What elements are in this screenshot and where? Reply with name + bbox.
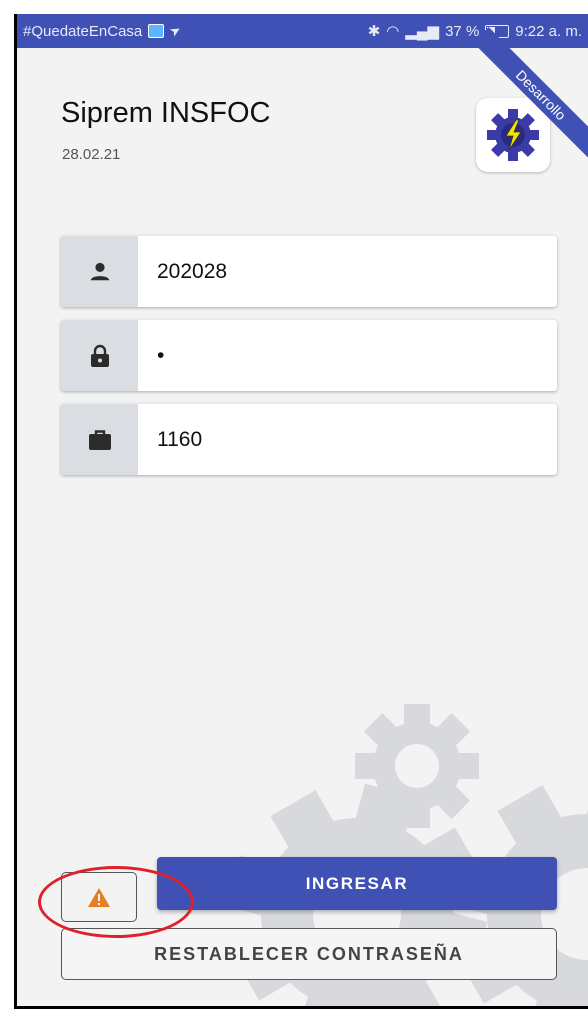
user-field-icon-box [61,236,138,307]
bluetooth-icon: ✱ [367,23,381,40]
phone-frame: #QuedateEnCasa ➤ ✱ ◠ ▂▄▆ 37 % 9:22 a. m.… [14,14,588,1009]
reset-password-button[interactable]: RESTABLECER CONTRASEÑA [61,928,557,980]
user-input[interactable]: 202028 [138,260,227,284]
password-field-icon-box [61,320,138,391]
status-hashtag-text: #QuedateEnCasa [23,22,143,40]
page-title: Siprem INSFOC [61,97,271,129]
status-time: 9:22 a. m. [515,22,582,40]
company-input[interactable]: 1160 [138,428,202,452]
warning-icon [88,887,110,907]
password-field[interactable]: • [61,320,557,391]
version-date: 28.02.21 [62,146,121,163]
app-screen: #QuedateEnCasa ➤ ✱ ◠ ▂▄▆ 37 % 9:22 a. m.… [17,14,588,1006]
briefcase-icon [88,429,111,450]
login-button[interactable]: INGRESAR [157,857,557,910]
person-icon [90,262,109,280]
company-field-icon-box [61,404,138,475]
battery-percent: 37 % [445,22,480,40]
telegram-icon: ➤ [166,21,184,40]
lock-icon [90,344,109,367]
company-field[interactable]: 1160 [61,404,557,475]
shield-notification-icon [148,24,165,38]
signal-icon: ▂▄▆ [405,23,440,40]
gear-logo-icon [487,109,539,161]
warning-button[interactable] [61,872,137,922]
user-field[interactable]: 202028 [61,236,557,307]
password-input[interactable]: • [138,344,164,368]
wifi-icon: ◠ [386,23,400,40]
